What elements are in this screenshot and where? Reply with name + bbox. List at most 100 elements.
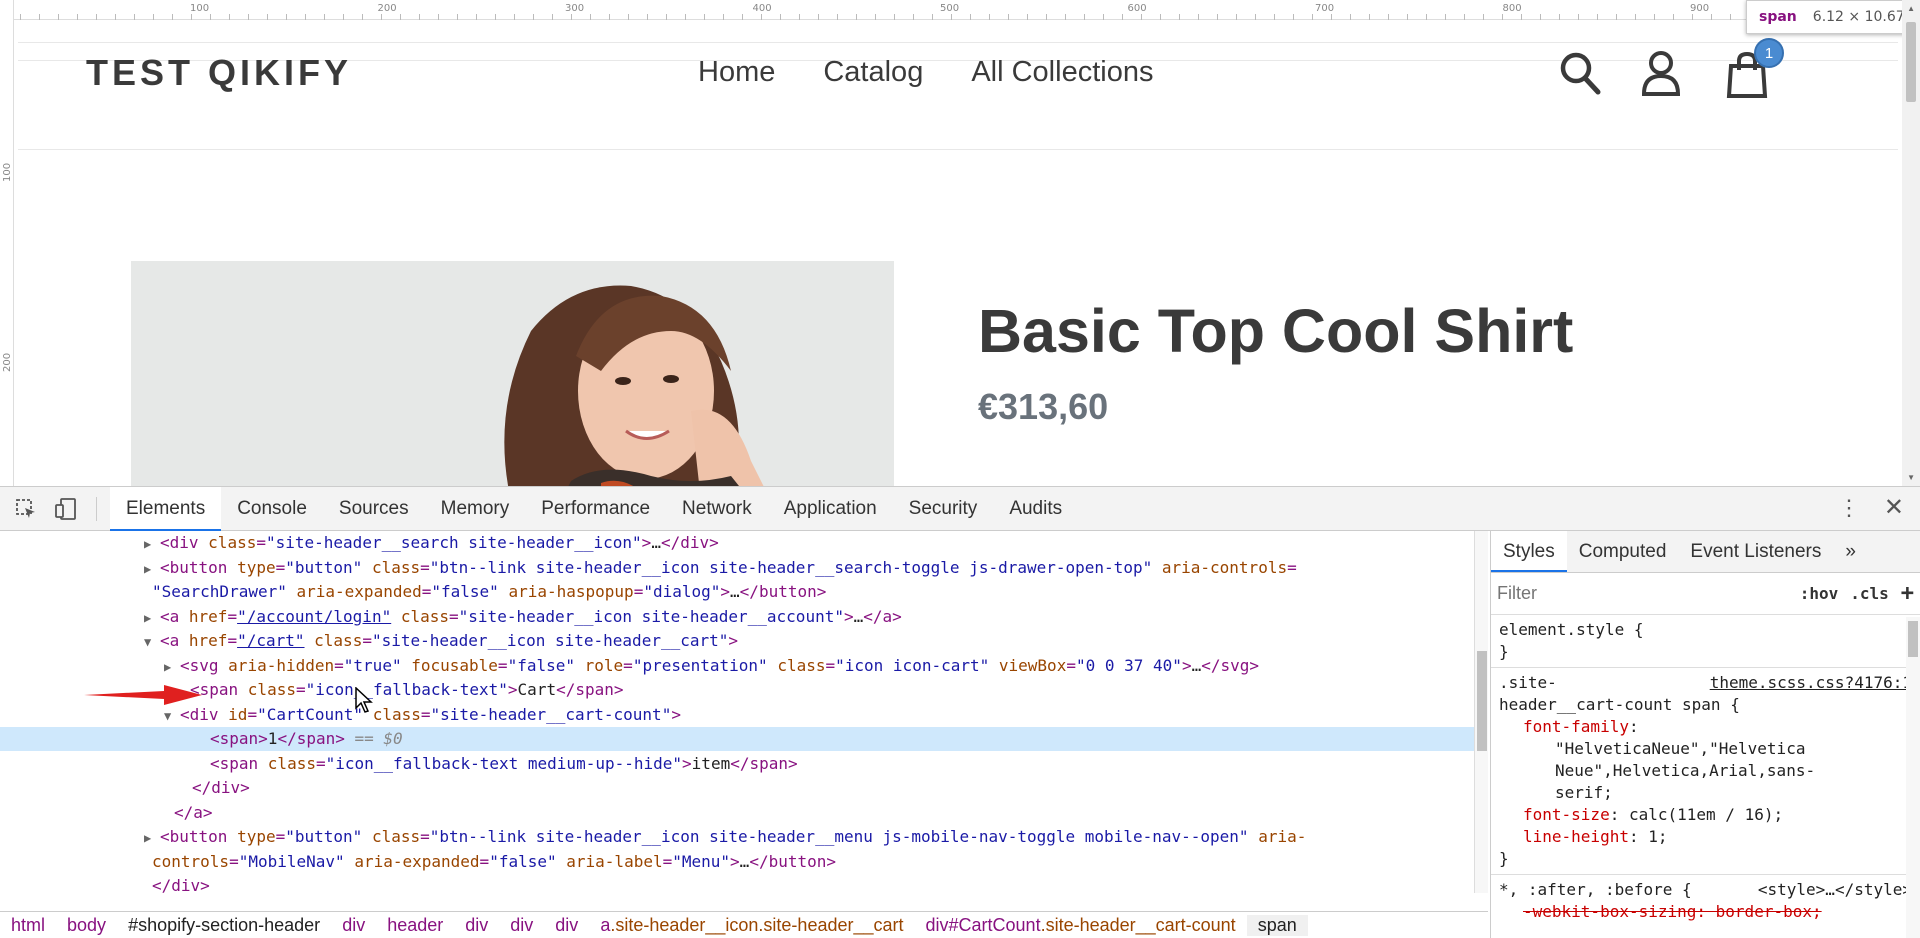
tab-styles[interactable]: Styles [1491, 531, 1567, 572]
tab-performance[interactable]: Performance [525, 487, 666, 531]
dom-token: "CartCount" [257, 704, 364, 724]
page-scrollbar[interactable]: ▲ ▼ [1902, 0, 1920, 486]
dom-node[interactable]: </div> [0, 874, 1474, 893]
breadcrumb-item[interactable]: div [331, 915, 376, 936]
breadcrumb-item[interactable]: header [376, 915, 454, 936]
scroll-down-arrow-icon[interactable]: ▼ [1907, 473, 1915, 482]
rule-selector-line-2: header__cart-count span { [1499, 695, 1740, 714]
dom-node[interactable]: ▼ <div id="CartCount" class="site-header_… [0, 703, 1474, 727]
style-tag-source[interactable]: <style>…</style> [1758, 879, 1912, 901]
dom-node[interactable]: ▶ <div class="site-header__search site-he… [0, 531, 1474, 555]
tab-memory[interactable]: Memory [425, 487, 526, 531]
breadcrumb-class: .site-header__cart-count [1040, 914, 1236, 935]
styles-scrollbar-thumb[interactable] [1908, 621, 1918, 657]
breadcrumb-item[interactable]: html [0, 915, 56, 936]
breadcrumb-item[interactable]: span [1246, 914, 1308, 936]
prop-line-height[interactable]: line-height: 1; [1499, 826, 1912, 848]
tab-computed[interactable]: Computed [1567, 531, 1679, 572]
styles-pane-tabs: Styles Computed Event Listeners » [1491, 531, 1920, 573]
rule-source-link[interactable]: theme.scss.css?4176:1 [1710, 672, 1912, 694]
store-logo[interactable]: TEST QIKIFY [86, 52, 352, 94]
dom-token[interactable]: "/cart" [237, 631, 304, 650]
prop-font-family[interactable]: font-family: [1499, 716, 1912, 738]
breadcrumb-item[interactable]: #shopify-section-header [117, 915, 331, 936]
dom-token: </button> [739, 582, 827, 601]
dom-token: "icon icon-cart" [835, 655, 990, 675]
expand-triangle-icon[interactable]: ▶ [144, 606, 160, 630]
dom-node[interactable]: ▶ <button type="button" class="btn--link … [0, 556, 1474, 580]
dom-node-selected[interactable]: <span>1</span> == $0 [0, 727, 1474, 751]
search-icon[interactable] [1558, 48, 1602, 96]
scroll-up-arrow-icon[interactable]: ▲ [1907, 4, 1915, 13]
tab-sources[interactable]: Sources [323, 487, 425, 531]
prop-webkit-box-sizing[interactable]: -webkit-box-sizing: border-box; [1499, 901, 1912, 923]
device-toolbar-icon[interactable] [54, 497, 78, 521]
dom-node[interactable]: </a> [0, 801, 1474, 825]
breadcrumb-item[interactable]: div [499, 915, 544, 936]
font-family-value-3[interactable]: serif; [1499, 782, 1912, 804]
class-toggle-button[interactable]: .cls [1850, 584, 1889, 603]
breadcrumb-item[interactable]: a.site-header__icon.site-header__cart [589, 915, 914, 936]
new-rule-button[interactable]: + [1901, 581, 1914, 606]
close-devtools-icon[interactable]: ✕ [1884, 493, 1904, 522]
dom-token: "false" [507, 655, 575, 675]
styles-scrollbar[interactable] [1906, 617, 1920, 938]
breadcrumb-item[interactable]: div [454, 915, 499, 936]
dom-node[interactable]: ▼ <a href="/cart" class="site-header__ico… [0, 629, 1474, 653]
font-family-value-1[interactable]: "HelveticaNeue","Helvetica [1499, 738, 1912, 760]
expand-triangle-icon[interactable]: ▼ [144, 630, 160, 654]
page-scrollbar-thumb[interactable] [1906, 22, 1916, 102]
styles-filter-input[interactable] [1497, 578, 1788, 609]
elements-scrollbar-thumb[interactable] [1477, 651, 1487, 751]
dom-token[interactable]: "/account/login" [237, 607, 391, 626]
dom-node[interactable]: ▶ <button type="button" class="btn--link … [0, 825, 1474, 849]
expand-triangle-icon[interactable]: ▶ [144, 826, 160, 850]
tab-security[interactable]: Security [893, 487, 994, 531]
expand-triangle-icon[interactable]: ▼ [164, 704, 180, 728]
tab-console[interactable]: Console [221, 487, 323, 531]
hover-state-button[interactable]: :hov [1800, 584, 1839, 603]
more-tabs-icon[interactable]: » [1833, 531, 1868, 572]
elements-scrollbar[interactable] [1474, 531, 1488, 893]
breadcrumb-tag: #shopify-section-header [128, 914, 321, 935]
universal-rule[interactable]: <style>…</style> *, :after, :before { -w… [1491, 875, 1920, 927]
account-icon[interactable] [1640, 48, 1682, 96]
cart-count-badge[interactable]: 1 [1754, 38, 1784, 68]
tab-event-listeners[interactable]: Event Listeners [1678, 531, 1833, 572]
dom-node[interactable]: <span class="icon__fallback-text">Cart</… [0, 678, 1474, 702]
dom-token: "btn--link site-header__icon site-header… [429, 827, 1249, 846]
breadcrumb-tag: div [510, 914, 534, 935]
expand-triangle-icon[interactable]: ▶ [144, 557, 160, 581]
breadcrumb-item[interactable]: div#CartCount.site-header__cart-count [915, 915, 1247, 936]
inspect-element-icon[interactable] [14, 497, 38, 521]
dom-node[interactable]: ▶ <a href="/account/login" class="site-he… [0, 605, 1474, 629]
font-family-value-2[interactable]: Neue",Helvetica,Arial,sans- [1499, 760, 1912, 782]
elements-tree: ••• ▶<div class="site-header__search sit… [0, 531, 1474, 893]
product-image[interactable] [131, 261, 894, 486]
tab-application[interactable]: Application [768, 487, 893, 531]
prop-font-size[interactable]: font-size: calc(11em / 16); [1499, 804, 1912, 826]
dom-node[interactable]: ▶ <svg aria-hidden="true" focusable="fals… [0, 654, 1474, 678]
expand-triangle-icon[interactable]: ▶ [164, 655, 180, 679]
tab-audits[interactable]: Audits [993, 487, 1078, 531]
expand-triangle-icon[interactable]: ▶ [144, 532, 160, 556]
more-options-icon[interactable]: ⋮ [1838, 495, 1860, 521]
dom-token: "site-header__cart-count" [430, 704, 672, 724]
dom-token: </span> [730, 753, 798, 773]
element-style-rule[interactable]: element.style { } [1491, 615, 1920, 668]
dom-node[interactable]: <span class="icon__fallback-text medium-… [0, 752, 1474, 776]
rule-close: } [1499, 849, 1509, 868]
nav-home[interactable]: Home [698, 56, 775, 89]
tab-elements[interactable]: Elements [110, 487, 222, 531]
dom-token [391, 607, 401, 626]
cart-count-span-rule[interactable]: theme.scss.css?4176:1 .site- header__car… [1491, 668, 1920, 875]
breadcrumb-item[interactable]: div [544, 915, 589, 936]
breadcrumb-item[interactable]: body [56, 915, 117, 936]
nav-all-collections[interactable]: All Collections [971, 56, 1153, 89]
nav-catalog[interactable]: Catalog [823, 56, 923, 89]
dom-node[interactable]: "SearchDrawer" aria-expanded="false" ari… [0, 580, 1474, 604]
dom-node[interactable]: controls="MobileNav" aria-expanded="fals… [0, 850, 1474, 874]
tab-network[interactable]: Network [666, 487, 768, 531]
dom-node[interactable]: </div> [0, 776, 1474, 800]
styles-filter-row: :hov .cls + [1491, 573, 1920, 615]
